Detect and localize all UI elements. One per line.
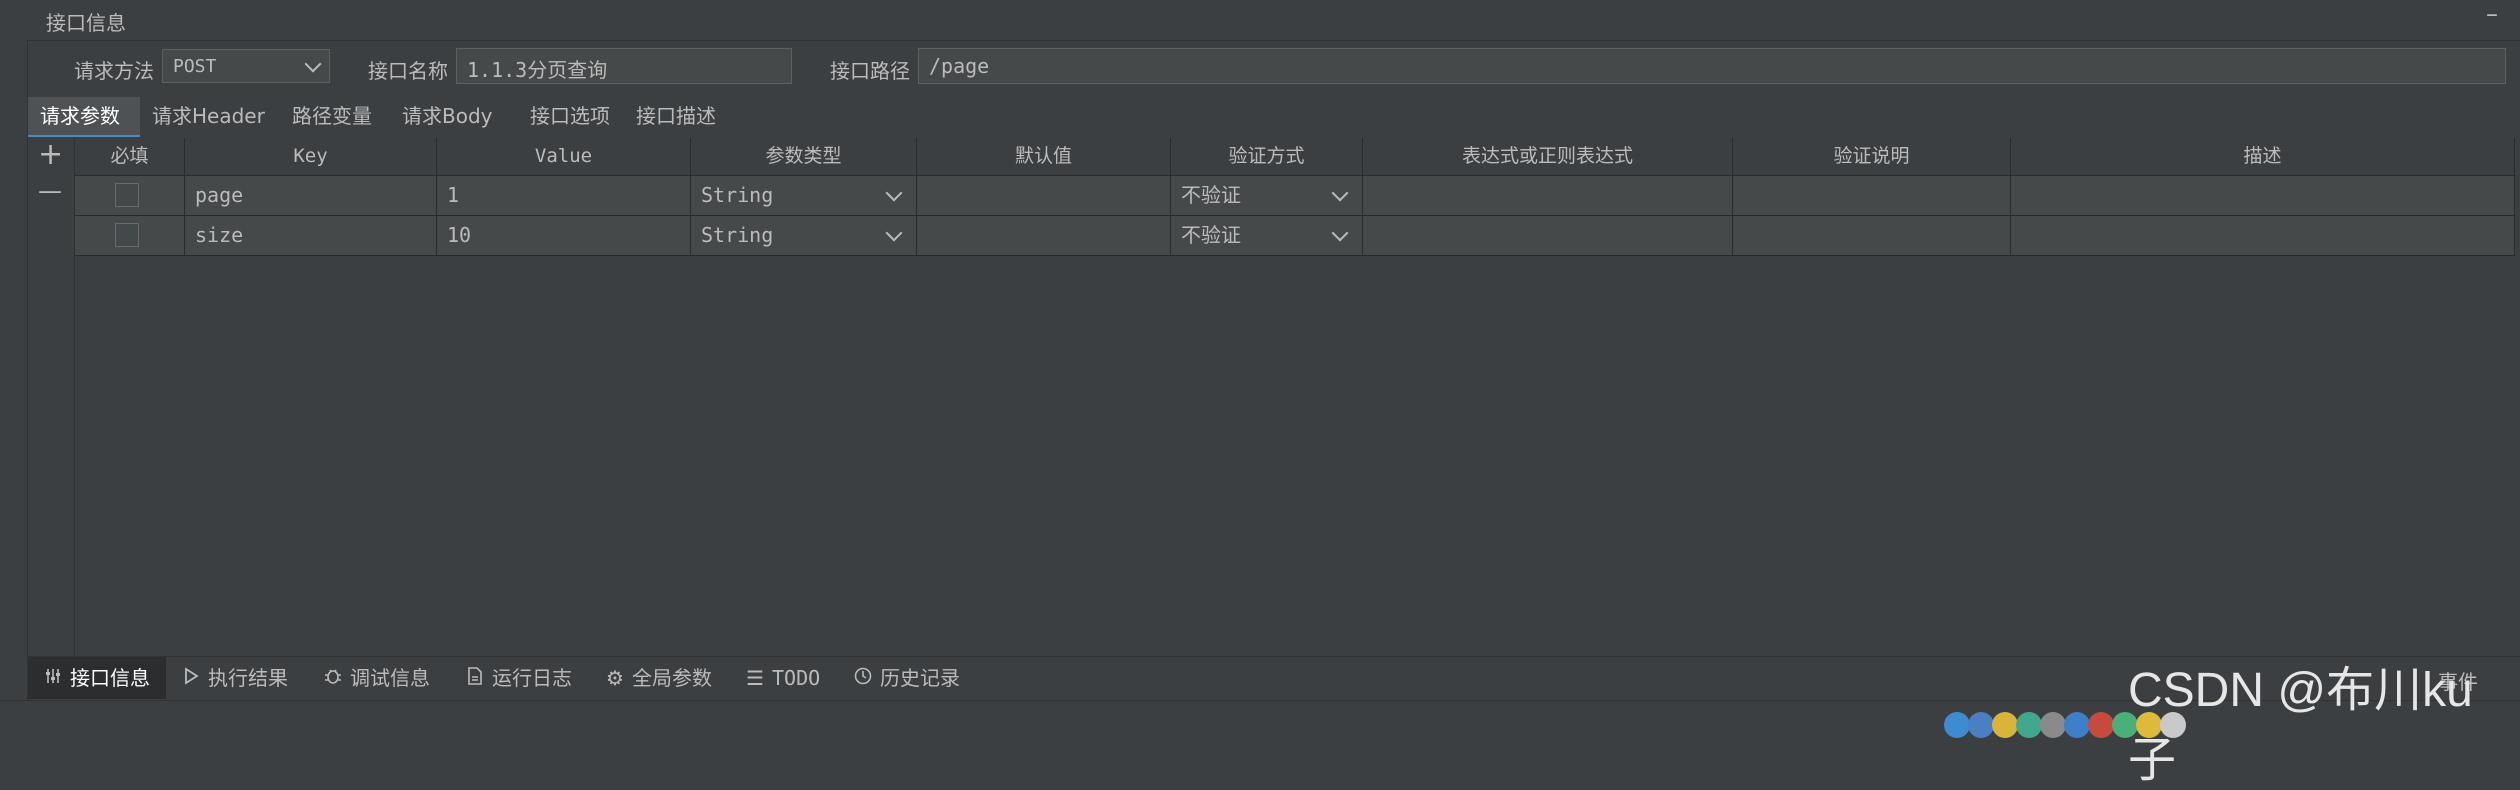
chevron-down-icon <box>1331 224 1349 242</box>
column-header-value[interactable]: Value <box>437 138 691 176</box>
bottom-tab-label: TODO <box>772 666 821 690</box>
panel-title: 接口信息 <box>46 11 126 35</box>
column-header-description[interactable]: 描述 <box>2011 138 2515 176</box>
params-table: 必填 Key Value 参数类型 默认值 验证方式 表达式或正则表达式 验证说… <box>74 138 2515 658</box>
type-value: String <box>701 223 774 247</box>
column-header-validation-desc[interactable]: 验证说明 <box>1733 138 2011 176</box>
bottom-tab-label: 调试信息 <box>350 666 430 690</box>
tab-interface-desc[interactable]: 接口描述 <box>624 97 734 137</box>
required-checkbox[interactable] <box>115 183 139 207</box>
plugin-avatar-icon[interactable] <box>1968 712 1994 738</box>
tab-request-body[interactable]: 请求Body <box>390 97 518 137</box>
bottom-tab-label: 接口信息 <box>70 666 150 690</box>
default-cell[interactable] <box>917 216 1171 256</box>
bug-icon <box>322 657 344 699</box>
method-label: 请求方法 <box>74 59 154 83</box>
key-cell[interactable]: page <box>185 176 437 216</box>
panel-header: 接口信息 – <box>0 0 2520 41</box>
column-header-required[interactable]: 必填 <box>75 138 185 176</box>
plugin-avatar-icon[interactable] <box>2064 712 2090 738</box>
type-select[interactable]: String <box>691 176 917 216</box>
name-value: 1.1.3分页查询 <box>467 58 608 82</box>
bottom-tab-label: 全局参数 <box>632 666 712 690</box>
remove-row-icon[interactable]: — <box>38 176 62 206</box>
column-header-validation[interactable]: 验证方式 <box>1171 138 1363 176</box>
tab-interface-options[interactable]: 接口选项 <box>518 97 624 137</box>
description-cell[interactable] <box>2011 176 2515 216</box>
type-value: String <box>701 183 774 207</box>
watermark-text: CSDN @布川ku子 <box>2128 664 2473 787</box>
chevron-down-icon <box>304 55 322 73</box>
method-select[interactable]: POST <box>162 49 330 83</box>
column-header-type[interactable]: 参数类型 <box>691 138 917 176</box>
validation-value: 不验证 <box>1181 183 1241 207</box>
description-cell[interactable] <box>2011 216 2515 256</box>
path-input[interactable]: /page <box>918 48 2506 84</box>
bottom-tab-global-params[interactable]: ⚙ 全局参数 <box>590 657 730 699</box>
gear-icon: ⚙ <box>606 666 624 690</box>
table-row-required-cell[interactable] <box>75 216 185 256</box>
bottom-tab-debug-info[interactable]: 调试信息 <box>308 657 450 699</box>
required-checkbox[interactable] <box>115 223 139 247</box>
plugin-avatar-icon[interactable] <box>2016 712 2042 738</box>
minimize-icon[interactable]: – <box>2486 0 2498 28</box>
name-input[interactable]: 1.1.3分页查询 <box>456 48 792 84</box>
add-row-icon[interactable]: + <box>38 140 63 170</box>
name-label: 接口名称 <box>368 59 448 83</box>
expression-cell[interactable] <box>1363 216 1733 256</box>
path-label: 接口路径 <box>830 59 910 83</box>
bottom-tab-label: 执行结果 <box>208 666 288 690</box>
expression-cell[interactable] <box>1363 176 1733 216</box>
bottom-tab-label: 运行日志 <box>492 666 572 690</box>
value-cell[interactable]: 10 <box>437 216 691 256</box>
bottom-tab-history[interactable]: 历史记录 <box>838 657 978 699</box>
validation-select[interactable]: 不验证 <box>1171 216 1363 256</box>
bottom-tab-todo[interactable]: ☰ TODO <box>730 657 838 699</box>
list-icon: ☰ <box>746 666 764 690</box>
sliders-icon <box>42 657 64 699</box>
clock-icon <box>852 657 874 699</box>
plugin-avatar-icon[interactable] <box>1944 712 1970 738</box>
validation-select[interactable]: 不验证 <box>1171 176 1363 216</box>
tab-request-header[interactable]: 请求Header <box>140 97 280 137</box>
method-value: POST <box>173 56 217 77</box>
key-cell[interactable]: size <box>185 216 437 256</box>
tab-request-params[interactable]: 请求参数 <box>28 97 140 137</box>
tab-path-variables[interactable]: 路径变量 <box>280 97 390 137</box>
chevron-down-icon <box>1331 184 1349 202</box>
validation-desc-cell[interactable] <box>1733 176 2011 216</box>
bottom-tab-interface-info[interactable]: 接口信息 <box>28 657 166 699</box>
path-value: /page <box>929 54 990 78</box>
column-header-default[interactable]: 默认值 <box>917 138 1171 176</box>
default-cell[interactable] <box>917 176 1171 216</box>
validation-value: 不验证 <box>1181 223 1241 247</box>
chevron-down-icon <box>885 224 903 242</box>
value-cell[interactable]: 1 <box>437 176 691 216</box>
column-header-expression[interactable]: 表达式或正则表达式 <box>1363 138 1733 176</box>
bottom-tab-label: 历史记录 <box>880 666 960 690</box>
plugin-avatar-icon[interactable] <box>2040 712 2066 738</box>
bottom-tab-run-log[interactable]: 运行日志 <box>450 657 590 699</box>
chevron-down-icon <box>885 184 903 202</box>
plugin-avatar-icon[interactable] <box>2088 712 2114 738</box>
column-header-key[interactable]: Key <box>185 138 437 176</box>
bottom-tab-exec-result[interactable]: 执行结果 <box>166 657 308 699</box>
left-tool-strip <box>0 40 28 724</box>
log-icon <box>464 657 486 699</box>
table-row-required-cell[interactable] <box>75 176 185 216</box>
plugin-avatar-icon[interactable] <box>1992 712 2018 738</box>
play-icon <box>180 657 202 699</box>
type-select[interactable]: String <box>691 216 917 256</box>
validation-desc-cell[interactable] <box>1733 216 2011 256</box>
